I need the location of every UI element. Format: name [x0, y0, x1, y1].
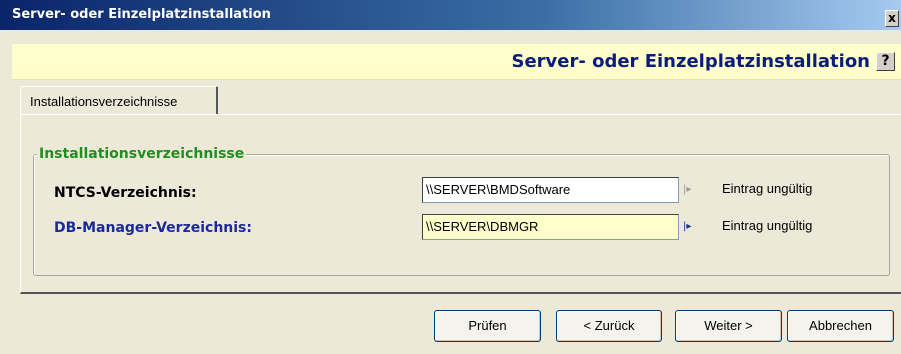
tab-label: Installationsverzeichnisse	[30, 94, 178, 109]
next-button[interactable]: Weiter >	[675, 310, 782, 342]
ntcs-directory-label: NTCS-Verzeichnis:	[54, 185, 197, 201]
header-title: Server- oder Einzelplatzinstallation	[511, 51, 870, 72]
cancel-button[interactable]: Abbrechen	[787, 310, 894, 342]
tab-installationsverzeichnisse[interactable]: Installationsverzeichnisse	[20, 86, 218, 114]
back-button[interactable]: < Zurück	[556, 310, 662, 342]
window-title: Server- oder Einzelplatzinstallation	[12, 7, 271, 22]
help-icon[interactable]: ?	[876, 52, 895, 71]
ntcs-status-text: Eintrag ungültig	[722, 181, 813, 196]
check-button[interactable]: Prüfen	[434, 310, 541, 342]
title-bar: Server- oder Einzelplatzinstallation x	[0, 0, 901, 30]
group-title: Installationsverzeichnisse	[37, 146, 247, 162]
ntcs-directory-input[interactable]: \\SERVER\BMDSoftware	[422, 177, 679, 203]
db-manager-directory-input[interactable]: \\SERVER\DBMGR	[422, 214, 679, 240]
db-manager-directory-label: DB-Manager-Verzeichnis:	[54, 220, 252, 236]
db-manager-field-arrow-icon[interactable]: |▸	[683, 221, 691, 232]
ntcs-field-arrow-icon[interactable]: |▸	[683, 184, 691, 195]
dialog-header: Server- oder Einzelplatzinstallation ?	[12, 44, 901, 80]
close-icon[interactable]: x	[885, 10, 899, 27]
db-manager-status-text: Eintrag ungültig	[722, 218, 813, 233]
